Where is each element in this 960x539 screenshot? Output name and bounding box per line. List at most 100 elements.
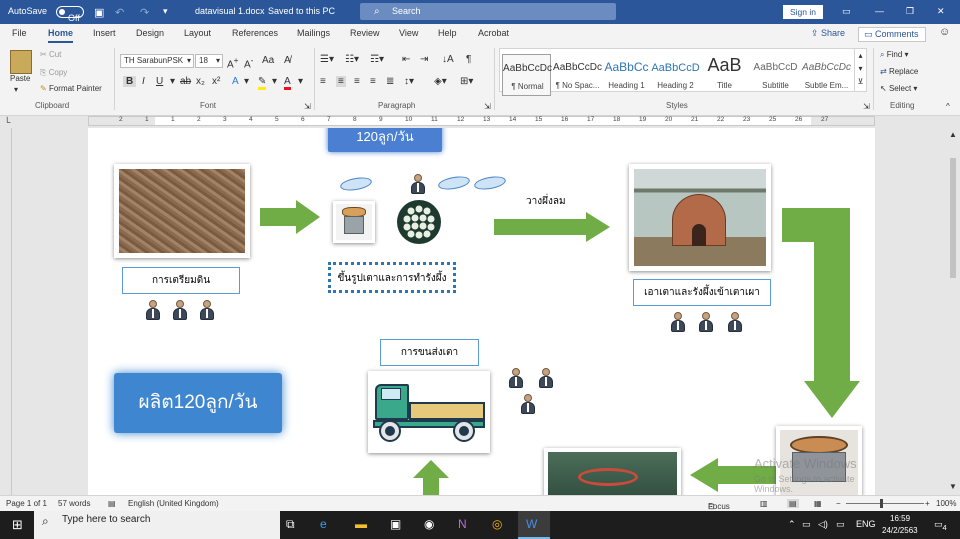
replace-button[interactable]: ⇄ Replace — [880, 67, 918, 76]
kiln-photo[interactable] — [629, 164, 771, 271]
scroll-up-icon[interactable]: ▲ — [949, 130, 957, 139]
ribbon-display-icon[interactable]: ▭ — [842, 6, 851, 17]
search-box[interactable]: ⌕ Search — [360, 3, 616, 20]
borders-icon[interactable]: ⊞▾ — [460, 76, 473, 87]
production-box[interactable]: ผลิต120ลูก/วัน — [114, 373, 282, 433]
tab-layout[interactable]: Layout — [184, 28, 211, 38]
language-indicator[interactable]: ENG — [856, 519, 876, 529]
subscript-button[interactable]: x₂ — [196, 76, 205, 87]
thai-distributed-icon[interactable]: ≣ — [386, 76, 394, 87]
top-output-box[interactable]: 120ลูก/วัน — [328, 128, 442, 152]
share-button[interactable]: ⇪ Share — [806, 27, 850, 42]
numbering-icon[interactable]: ☷▾ — [345, 54, 359, 65]
zoom-slider-thumb[interactable] — [880, 499, 883, 508]
page-count[interactable]: Page 1 of 1 — [6, 499, 47, 508]
stove-photo[interactable] — [333, 201, 375, 243]
honeycomb-icon[interactable] — [396, 199, 442, 245]
smiley-icon[interactable]: ☺ — [939, 26, 950, 38]
windows-start-icon[interactable]: ⊞ — [12, 517, 23, 533]
style-no-spacing[interactable]: AaBbCcDc ¶ No Spac... — [553, 54, 602, 96]
step3-label[interactable]: เอาเตาและรังผึ้งเข้าเตาเผา — [633, 279, 771, 306]
font-name-combo[interactable]: TH SarabunPSK ▾ — [120, 54, 194, 68]
transport-label[interactable]: การขนส่งเตา — [380, 339, 479, 366]
italic-button[interactable]: I — [142, 76, 145, 87]
style-normal[interactable]: AaBbCcDc ¶ Normal — [502, 54, 552, 96]
signin-button[interactable]: Sign in — [783, 5, 823, 19]
change-case-icon[interactable]: Aa — [262, 55, 274, 66]
tab-insert[interactable]: Insert — [93, 28, 116, 38]
superscript-button[interactable]: x² — [212, 76, 220, 87]
styles-launcher-icon[interactable]: ⇲ — [863, 102, 870, 111]
tray-chevron-icon[interactable]: ⌃ — [788, 519, 796, 530]
chrome-icon[interactable]: ◎ — [492, 517, 502, 531]
zoom-slider[interactable] — [846, 503, 924, 504]
autosave-toggle[interactable]: Off — [56, 6, 84, 23]
task-view-icon[interactable]: ⧉ — [286, 517, 295, 532]
vertical-ruler[interactable] — [0, 128, 12, 495]
horizontal-ruler[interactable]: 2 1 1 2 3 4 5 6 7 8 9 10 11 12 13 14 15 16 17 18 19 20 21 22 23 2… — [88, 116, 875, 126]
stove-production-photo[interactable] — [544, 448, 681, 495]
zoom-in-icon[interactable]: + — [925, 499, 930, 508]
battery-icon[interactable]: ▭ — [836, 519, 845, 530]
redo-icon[interactable]: ↷ — [140, 6, 149, 19]
step2-label[interactable]: ขึ้นรูปเตาและการทำรังผึ้ง — [328, 262, 456, 293]
paragraph-launcher-icon[interactable]: ⇲ — [484, 102, 491, 111]
gallery-scroll[interactable]: ▴ ▾ ⊻ — [854, 49, 866, 91]
copy-button[interactable]: ⎘ Copy — [40, 68, 67, 78]
increase-indent-icon[interactable]: ⇥ — [420, 54, 428, 65]
tab-acrobat[interactable]: Acrobat — [478, 28, 509, 38]
text-effects-dropdown-icon[interactable]: ▾ — [244, 76, 249, 87]
tab-file[interactable]: File — [12, 28, 27, 38]
truck-image[interactable] — [368, 371, 490, 453]
language[interactable]: English (United Kingdom) — [128, 499, 219, 508]
text-effects-icon[interactable]: A — [232, 76, 239, 87]
tab-view[interactable]: View — [399, 28, 418, 38]
underline-button[interactable]: U — [156, 76, 163, 87]
close-button[interactable]: ✕ — [937, 6, 945, 17]
maximize-button[interactable]: ❐ — [906, 6, 914, 17]
vertical-scrollbar[interactable]: ▲ ▼ — [946, 128, 960, 495]
font-color-icon[interactable]: A — [284, 76, 291, 90]
style-subtle-emphasis[interactable]: AaBbCcDc Subtle Em... — [802, 54, 851, 96]
style-heading-1[interactable]: AaBbCc Heading 1 — [602, 54, 651, 96]
clock-time[interactable]: 16:59 — [890, 514, 910, 523]
underline-dropdown-icon[interactable]: ▾ — [170, 76, 175, 87]
volume-icon[interactable]: ◁) — [818, 519, 828, 530]
font-color-dropdown-icon[interactable]: ▾ — [298, 76, 303, 87]
shrink-font-icon[interactable]: A- — [244, 55, 253, 70]
undo-icon[interactable]: ↶ — [115, 6, 124, 19]
step1-label[interactable]: การเตรียมดิน — [122, 267, 240, 294]
comments-button[interactable]: ▭ Comments — [858, 27, 926, 42]
style-title[interactable]: AaB Title — [700, 54, 749, 96]
file-explorer-icon[interactable]: ▬ — [355, 517, 367, 531]
document-page[interactable]: 120ลูก/วัน การเตรียมดิน ขึ้นรูปเตาและการ… — [88, 128, 875, 495]
soil-photo[interactable] — [114, 164, 250, 258]
zoom-out-icon[interactable]: − — [836, 499, 841, 508]
clear-format-icon[interactable]: A̸ — [284, 55, 291, 66]
line-spacing-icon[interactable]: ↕▾ — [404, 76, 414, 87]
align-left-icon[interactable]: ≡ — [320, 76, 326, 87]
tab-references[interactable]: References — [232, 28, 278, 38]
air-dry-label[interactable]: วางผึ่งลม — [526, 194, 566, 209]
zoom-level[interactable]: 100% — [936, 499, 956, 508]
collapse-ribbon-icon[interactable]: ^ — [946, 102, 950, 111]
bullets-icon[interactable]: ☰▾ — [320, 54, 334, 65]
multilevel-list-icon[interactable]: ☶▾ — [370, 54, 384, 65]
scroll-down-icon[interactable]: ▼ — [949, 482, 957, 491]
tab-design[interactable]: Design — [136, 28, 164, 38]
taskbar-search[interactable]: ⌕ Type here to search — [34, 511, 280, 539]
format-painter-button[interactable]: ✎ Format Painter — [40, 84, 102, 93]
font-launcher-icon[interactable]: ⇲ — [304, 102, 311, 111]
highlight-dropdown-icon[interactable]: ▾ — [272, 76, 277, 87]
sort-icon[interactable]: ↓A — [442, 54, 454, 65]
paste-icon[interactable] — [10, 50, 32, 74]
notification-icon[interactable]: ▭4 — [934, 519, 947, 532]
bold-button[interactable]: B — [123, 76, 137, 87]
style-heading-2[interactable]: AaBbCcD Heading 2 — [651, 54, 700, 96]
camera-icon[interactable]: ◉ — [424, 517, 434, 531]
tab-home[interactable]: Home — [48, 28, 74, 43]
read-mode-icon[interactable]: ▥ — [760, 499, 768, 508]
justify-icon[interactable]: ≡ — [370, 76, 376, 87]
web-layout-icon[interactable]: ▦ — [814, 499, 822, 508]
paste-label[interactable]: Paste — [10, 74, 30, 83]
